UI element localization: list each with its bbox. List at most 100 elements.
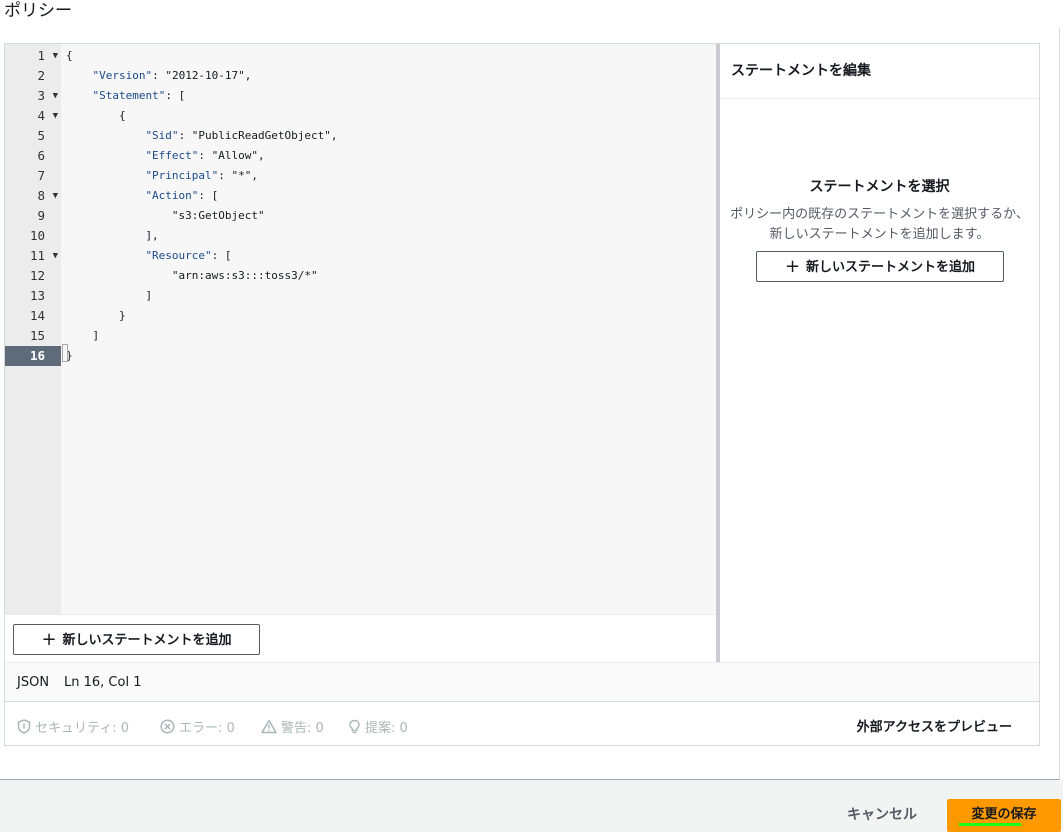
errors-check[interactable]: エラー: 0 [160,717,235,736]
preview-external-access-button[interactable]: 外部アクセスをプレビュー [857,716,1012,735]
side-add-statement-label: 新しいステートメントを追加 [806,260,976,275]
line-number: 10 [5,226,61,246]
lightbulb-icon [349,719,360,733]
security-check[interactable]: セキュリティ: 0 [17,717,129,736]
code-line: "Effect": "Allow", [145,146,264,166]
line-number: 16 [5,346,61,366]
json-value: : [ [165,89,186,102]
code-line: "s3:GetObject" [172,206,265,226]
line-number: 11 ▼ [5,246,61,266]
page-title: ポリシー [4,1,72,21]
code-line: ], [145,226,158,246]
line-number: 5 [5,126,61,146]
code-line: ] [145,286,152,306]
line-number-text: 14 [29,308,45,323]
line-number: 15 [5,326,61,346]
suggestions-count: 提案: 0 [365,721,408,736]
json-key: "Resource" [145,249,212,262]
fold-arrow-icon[interactable]: ▼ [53,246,58,266]
text-cursor [62,344,68,362]
json-key: "Version" [92,69,153,82]
statement-side-panel: ステートメントを編集 ステートメントを選択 ポリシー内の既存のステートメントを選… [720,44,1039,662]
add-statement-button[interactable]: + 新しいステートメントを追加 [13,624,260,655]
json-value: : "2012-10-17", [152,69,252,82]
warning-icon [261,719,277,734]
json-token: ] [92,329,100,342]
line-number: 2 [5,66,61,86]
policy-editor: 1 ▼ 2 3 ▼ 4 ▼ 5 6 7 8 ▼ 9 10 11 ▼ 12 13 14 15 16 {"Version":… [4,43,1040,746]
line-number-text: 3 [37,88,45,103]
line-number-text: 8 [37,188,45,203]
code-line: "Resource": [ [145,246,231,266]
warnings-count: 警告: 0 [281,721,324,736]
line-number-text: 13 [29,288,45,303]
line-number-text: 9 [37,208,45,223]
line-number: 1 ▼ [5,46,61,66]
json-key: "Effect" [145,149,199,162]
json-value: : "PublicReadGetObject", [178,129,338,142]
code-line: "Sid": "PublicReadGetObject", [145,126,337,146]
line-number: 4 ▼ [5,106,61,126]
fold-arrow-icon[interactable]: ▼ [53,86,58,106]
add-statement-label: 新しいステートメントを追加 [62,633,232,648]
line-number-text: 4 [37,108,45,123]
line-number-text: 15 [29,328,45,343]
json-key: "Sid" [145,129,179,142]
line-number-gutter: 1 ▼ 2 3 ▼ 4 ▼ 5 6 7 8 ▼ 9 10 11 ▼ 12 13 14 15 16 [5,44,61,614]
editor-status-bar: JSON Ln 16, Col 1 [5,662,1039,702]
line-number-text: 1 [37,48,45,63]
json-key: "Action" [145,189,199,202]
warnings-check[interactable]: 警告: 0 [261,717,324,736]
json-token: "arn:aws:s3:::toss3/*" [171,269,318,282]
fold-arrow-icon[interactable]: ▼ [53,106,58,126]
line-number: 7 [5,166,61,186]
code-editor[interactable]: 1 ▼ 2 3 ▼ 4 ▼ 5 6 7 8 ▼ 9 10 11 ▼ 12 13 14 15 16 {"Version":… [5,44,716,614]
json-token: { [118,109,126,122]
plus-icon: + [784,256,801,277]
line-number-text: 2 [37,68,45,83]
edit-statement-title: ステートメントを編集 [731,63,871,79]
line-number: 13 [5,286,61,306]
json-value: : [ [211,249,232,262]
line-number-text: 7 [37,168,45,183]
save-changes-button[interactable]: 変更の保存 [947,799,1061,832]
select-statement-title: ステートメントを選択 [809,179,950,195]
line-number-text: 11 [29,248,45,263]
cancel-button[interactable]: キャンセル [838,804,926,824]
shield-icon [17,719,31,734]
code-line: "Action": [ [145,186,218,206]
save-highlight-mark [959,823,1021,826]
json-token: "s3:GetObject" [171,209,265,222]
line-number-text: 5 [37,128,45,143]
code-line: "Version": "2012-10-17", [92,66,251,86]
validation-bar: セキュリティ: 0 エラー: 0 警告: 0 提案: 0 外部アクセスをプレビュ… [5,702,1039,745]
editor-toolbar: + 新しいステートメントを追加 [5,614,716,663]
save-changes-label: 変更の保存 [971,807,1037,822]
json-token: { [66,49,73,62]
line-number: 3 ▼ [5,86,61,106]
line-number: 12 [5,266,61,286]
error-icon [160,719,175,734]
json-token: ] [145,289,153,302]
side-add-statement-button[interactable]: + 新しいステートメントを追加 [756,251,1004,282]
code-line: { [119,106,126,126]
line-number: 8 ▼ [5,186,61,206]
json-key: "Statement" [92,89,166,102]
plus-icon: + [41,629,57,650]
code-line: ] [92,326,99,346]
json-key: "Principal" [145,169,219,182]
fold-arrow-icon[interactable]: ▼ [53,46,58,66]
side-panel-header: ステートメントを編集 [720,44,1039,99]
code-line: "Principal": "*", [145,166,258,186]
suggestions-check[interactable]: 提案: 0 [348,717,408,736]
fold-arrow-icon[interactable]: ▼ [53,186,58,206]
errors-count: エラー: 0 [179,721,235,736]
line-number-text: 10 [29,228,45,243]
code-line: } [119,306,126,326]
line-number-text: 16 [29,348,45,363]
code-line: "arn:aws:s3:::toss3/*" [172,266,318,286]
json-value: : "*", [218,169,259,182]
editor-mode: JSON [17,675,50,690]
line-number-text: 6 [37,148,45,163]
line-number: 14 [5,306,61,326]
